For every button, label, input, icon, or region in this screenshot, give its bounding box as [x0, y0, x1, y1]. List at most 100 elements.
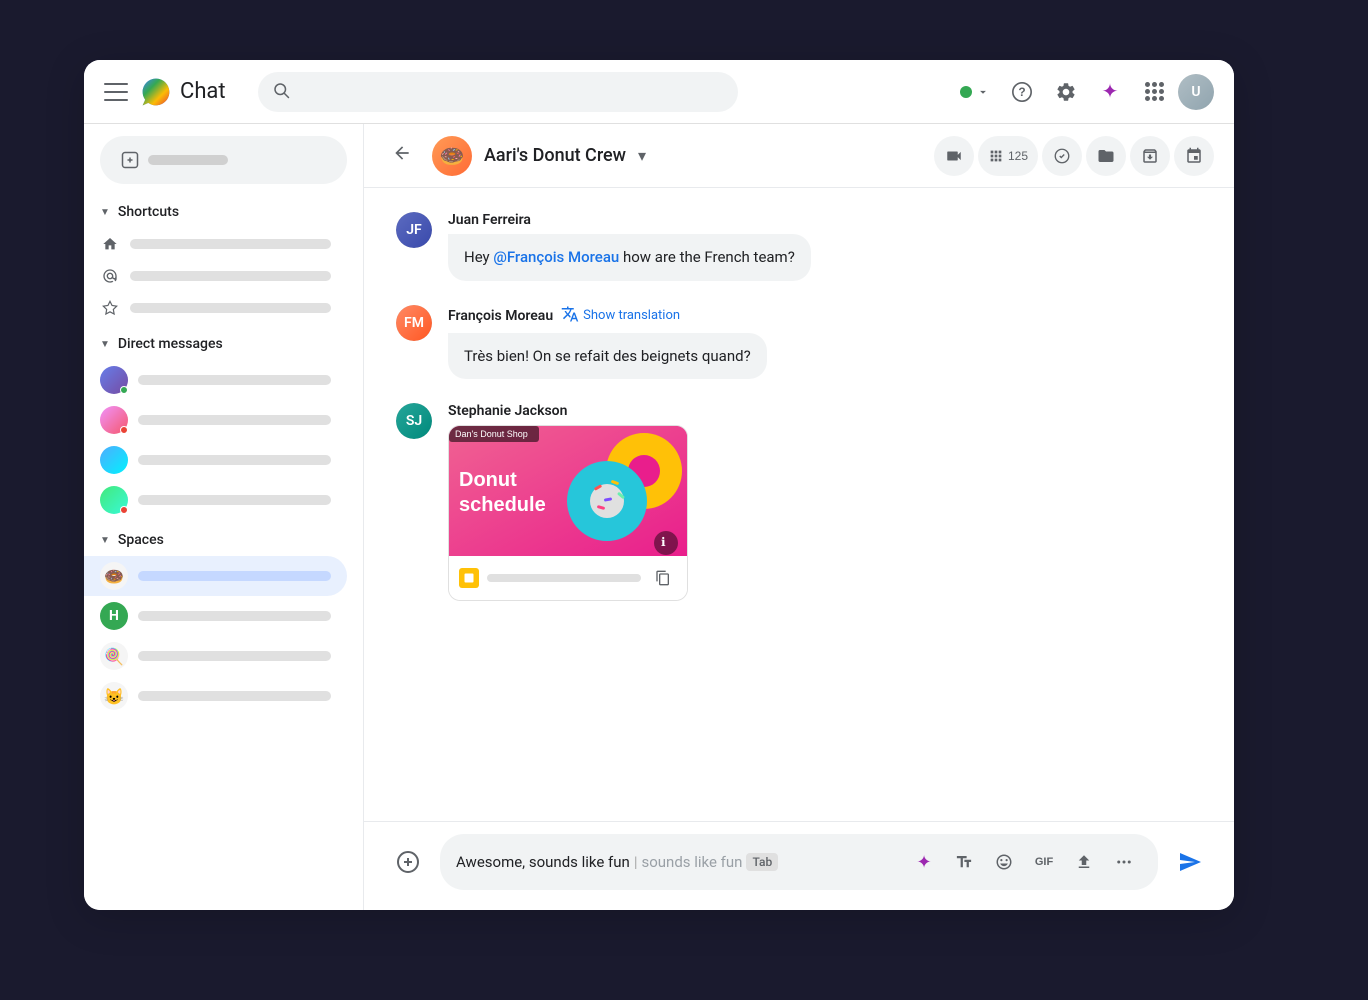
sidebar-item-mentions[interactable] — [84, 260, 347, 292]
send-button[interactable] — [1170, 842, 1210, 882]
mention-1: @François Moreau — [493, 248, 619, 266]
video-call-button[interactable] — [934, 136, 974, 176]
dm-name-3 — [138, 455, 331, 465]
archive-button[interactable] — [1130, 136, 1170, 176]
help-button[interactable]: ? — [1002, 72, 1042, 112]
space-item-donut[interactable]: 🍩 — [84, 556, 347, 596]
files-button[interactable] — [1086, 136, 1126, 176]
more-options-button[interactable] — [1106, 844, 1142, 880]
top-bar: Chat ? — [84, 60, 1234, 124]
spaces-label: Spaces — [118, 532, 164, 548]
msg-content-2: François Moreau Show translation Très bi… — [448, 305, 1202, 380]
dm-item-4[interactable] — [84, 480, 347, 520]
msg-sender-3: Stephanie Jackson — [448, 403, 567, 419]
space-item-cat[interactable]: 😺 — [84, 676, 347, 716]
top-bar-right: ? ✦ U — [952, 72, 1214, 112]
dm-avatar-2 — [100, 406, 128, 434]
translate-icon — [561, 305, 579, 327]
media-title-bar — [487, 574, 641, 582]
svg-text:Donut: Donut — [459, 469, 517, 491]
chat-header: 🍩 Aari's Donut Crew ▾ 125 — [364, 124, 1234, 188]
msg-avatar-1: JF — [396, 212, 432, 248]
chat-title: Aari's Donut Crew — [484, 145, 626, 166]
sidebar-item-home[interactable] — [84, 228, 347, 260]
gemini-button[interactable]: ✦ — [1090, 72, 1130, 112]
msg-bubble-1: Hey @François Moreau how are the French … — [448, 234, 811, 281]
format-text-button[interactable] — [946, 844, 982, 880]
gif-button[interactable]: GIF — [1026, 844, 1062, 880]
group-avatar: 🍩 — [432, 136, 472, 176]
media-card[interactable]: Dan's Donut Shop Donut schedule ℹ — [448, 425, 688, 601]
msg-sender-2: François Moreau — [448, 308, 553, 324]
emoji-button[interactable] — [986, 844, 1022, 880]
svg-text:ℹ: ℹ — [661, 535, 666, 549]
user-avatar[interactable]: U — [1178, 74, 1214, 110]
dm-avatar-4 — [100, 486, 128, 514]
media-footer — [449, 556, 687, 600]
space-name-2 — [138, 611, 331, 621]
input-bar: Awesome, sounds like fun | sounds like f… — [364, 821, 1234, 910]
gemini-input-button[interactable]: ✦ — [906, 844, 942, 880]
back-button[interactable] — [384, 135, 420, 177]
home-label — [130, 239, 331, 249]
copy-button[interactable] — [649, 564, 677, 592]
space-avatar-4: 😺 — [100, 682, 128, 710]
online-indicator — [120, 386, 128, 394]
search-icon — [272, 81, 290, 103]
msg-content-1: Juan Ferreira Hey @François Moreau how a… — [448, 212, 1202, 281]
msg-header-1: Juan Ferreira — [448, 212, 1202, 228]
starred-icon — [100, 298, 120, 318]
apps-button[interactable] — [1134, 72, 1174, 112]
apps-count: 125 — [1008, 149, 1028, 163]
status-button[interactable] — [952, 81, 998, 103]
svg-text:?: ? — [1018, 85, 1025, 99]
messages-area: JF Juan Ferreira Hey @François Moreau ho… — [364, 188, 1234, 821]
notification-indicator-2 — [120, 506, 128, 514]
hamburger-icon[interactable] — [104, 83, 128, 101]
space-avatar-3: 🍭 — [100, 642, 128, 670]
message-group-2: FM François Moreau Show translation — [396, 305, 1202, 380]
upload-button[interactable] — [1066, 844, 1102, 880]
chat-header-actions: 125 — [934, 136, 1214, 176]
new-chat-button[interactable] — [100, 136, 347, 184]
tab-chip: Tab — [746, 853, 778, 871]
tasks-button[interactable] — [1042, 136, 1082, 176]
msg-bubble-2: Très bien! On se refait des beignets qua… — [448, 333, 767, 380]
dm-item-1[interactable] — [84, 360, 347, 400]
dm-section-header[interactable]: ▼ Direct messages — [84, 332, 363, 356]
search-input[interactable] — [258, 72, 738, 112]
starred-label — [130, 303, 331, 313]
apps-125-button[interactable]: 125 — [978, 136, 1038, 176]
message-input-text: Awesome, sounds like fun | sounds like f… — [456, 853, 898, 871]
space-name-4 — [138, 691, 331, 701]
msg-avatar-2: FM — [396, 305, 432, 341]
dm-name-4 — [138, 495, 331, 505]
calendar-button[interactable] — [1174, 136, 1214, 176]
msg-content-3: Stephanie Jackson — [448, 403, 1202, 601]
mentions-label — [130, 271, 331, 281]
dm-chevron: ▼ — [100, 339, 110, 350]
message-group-3: SJ Stephanie Jackson — [396, 403, 1202, 601]
message-input-wrap[interactable]: Awesome, sounds like fun | sounds like f… — [440, 834, 1158, 890]
title-chevron-icon[interactable]: ▾ — [638, 146, 646, 165]
shortcuts-section-header[interactable]: ▼ Shortcuts — [84, 200, 363, 224]
dm-item-2[interactable] — [84, 400, 347, 440]
show-translation-button[interactable]: Show translation — [561, 305, 680, 327]
space-item-h[interactable]: H — [84, 596, 347, 636]
settings-button[interactable] — [1046, 72, 1086, 112]
sidebar-item-starred[interactable] — [84, 292, 347, 324]
dm-avatar-3 — [100, 446, 128, 474]
dm-item-3[interactable] — [84, 440, 347, 480]
app-logo: Chat — [140, 76, 226, 108]
dm-name-2 — [138, 415, 331, 425]
mentions-icon — [100, 266, 120, 286]
message-group-1: JF Juan Ferreira Hey @François Moreau ho… — [396, 212, 1202, 281]
media-type-icon — [459, 568, 479, 588]
spaces-section-header[interactable]: ▼ Spaces — [84, 528, 363, 552]
spaces-chevron: ▼ — [100, 535, 110, 546]
show-translation-label: Show translation — [583, 308, 680, 323]
space-item-candy[interactable]: 🍭 — [84, 636, 347, 676]
media-image-svg: Dan's Donut Shop Donut schedule ℹ — [449, 426, 688, 556]
add-button[interactable] — [388, 842, 428, 882]
space-avatar-2: H — [100, 602, 128, 630]
